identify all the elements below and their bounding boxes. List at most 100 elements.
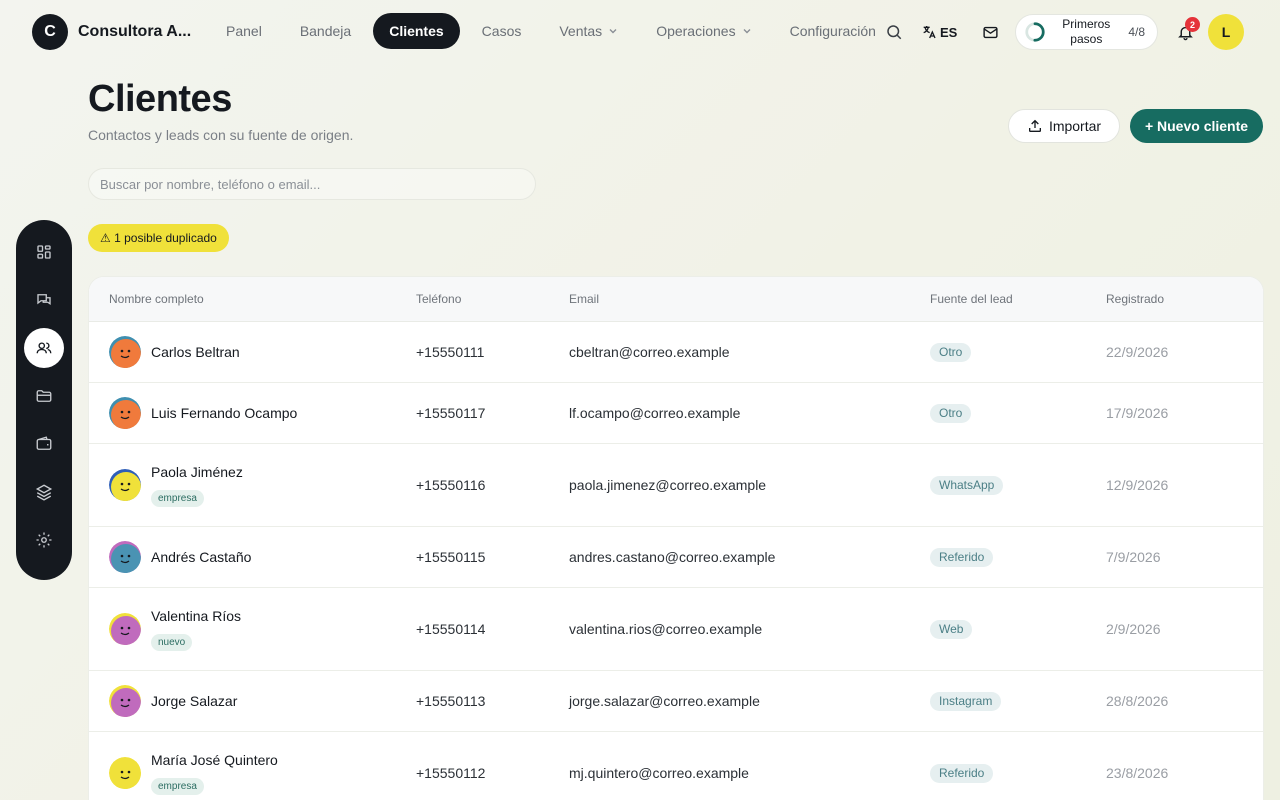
translate-icon <box>923 26 936 39</box>
user-avatar[interactable]: L <box>1208 14 1244 50</box>
nav-item-operaciones[interactable]: Operaciones <box>640 13 767 49</box>
column-header-registered[interactable]: Registrado <box>1106 292 1164 306</box>
avatar <box>109 613 141 645</box>
cell-registered: 28/8/2026 <box>1106 693 1169 709</box>
name-wrap: Andrés Castaño <box>151 549 251 565</box>
notifications-button[interactable]: 2 <box>1168 15 1202 49</box>
face-avatar-icon <box>109 757 141 789</box>
table-row[interactable]: Carlos Beltran +15550111 cbeltran@correo.e… <box>89 322 1263 383</box>
lead-source-badge: Instagram <box>930 691 1002 711</box>
nav-item-label: Casos <box>481 23 522 39</box>
sidebar-item-chat[interactable] <box>24 280 64 320</box>
lead-source-badge: Web <box>930 619 973 639</box>
cell-name: María José Quintero empresa <box>89 752 416 795</box>
face-avatar-icon <box>109 336 141 368</box>
cell-source: WhatsApp <box>930 475 1106 495</box>
client-name[interactable]: Luis Fernando Ocampo <box>151 405 297 421</box>
cell-source: Otro <box>930 403 1106 423</box>
client-name[interactable]: Jorge Salazar <box>151 693 237 709</box>
table-row[interactable]: Luis Fernando Ocampo +15550117 lf.ocampo@c… <box>89 383 1263 444</box>
client-name[interactable]: Andrés Castaño <box>151 549 251 565</box>
column-header-source[interactable]: Fuente del lead <box>930 292 1106 306</box>
table-row[interactable]: Andrés Castaño +15550115 andres.castano@co… <box>89 527 1263 588</box>
avatar <box>109 469 141 501</box>
name-wrap: Valentina Ríos nuevo <box>151 608 241 651</box>
cell-source: Referido <box>930 547 1106 567</box>
gear-icon <box>36 532 52 548</box>
avatar <box>109 397 141 429</box>
lead-source-badge: Referido <box>930 547 994 567</box>
lead-source-badge: Otro <box>930 342 972 362</box>
lead-source-badge: Referido <box>930 763 994 783</box>
cell-phone: +15550113 <box>416 693 486 709</box>
wallet-icon <box>36 436 52 450</box>
cell-registered: 7/9/2026 <box>1106 549 1161 565</box>
layers-icon <box>35 484 53 501</box>
column-header-name[interactable]: Nombre completo <box>89 292 416 306</box>
top-bar: C Consultora A... Panel Bandeja Clientes Ca… <box>0 0 1280 64</box>
sidebar-item-grid[interactable] <box>24 232 64 272</box>
client-tag: empresa <box>151 777 204 795</box>
nav-item-ventas[interactable]: Ventas <box>543 13 634 49</box>
face-avatar-icon <box>109 541 141 573</box>
cell-registered: 2/9/2026 <box>1106 621 1161 637</box>
language-switcher[interactable]: ES <box>921 24 957 40</box>
table-row[interactable]: Paola Jiménez empresa +15550116 paola.jimen… <box>89 444 1263 527</box>
column-header-email[interactable]: Email <box>569 292 930 306</box>
nav-item-label: Configuración <box>789 23 876 39</box>
search-input[interactable] <box>88 168 536 200</box>
onboarding-progress[interactable]: Primeros pasos 4/8 <box>1015 14 1158 50</box>
upload-icon <box>1028 119 1041 132</box>
nav-item-panel[interactable]: Panel <box>210 13 278 49</box>
client-name[interactable]: María José Quintero <box>151 752 278 768</box>
nav-item-clientes[interactable]: Clientes <box>373 13 460 49</box>
table-row[interactable]: María José Quintero empresa +15550112 mj.qu… <box>89 732 1263 800</box>
name-wrap: Jorge Salazar <box>151 693 237 709</box>
new-client-button[interactable]: + Nuevo cliente <box>1130 109 1263 143</box>
cell-registered: 17/9/2026 <box>1106 405 1169 421</box>
duplicate-warning-chip[interactable]: ⚠ 1 posible duplicado <box>88 224 229 252</box>
cell-source: Instagram <box>930 691 1106 711</box>
sidebar-item-gear[interactable] <box>24 520 64 560</box>
chat-icon <box>37 294 51 306</box>
client-name[interactable]: Valentina Ríos <box>151 608 241 624</box>
column-header-phone[interactable]: Teléfono <box>416 292 569 306</box>
nav-item-label: Ventas <box>559 23 603 39</box>
cell-email: jorge.salazar@correo.example <box>569 693 760 709</box>
avatar <box>109 757 141 789</box>
brand-name: Consultora A... <box>78 23 192 40</box>
nav-item-casos[interactable]: Casos <box>466 13 538 49</box>
import-button[interactable]: Importar <box>1008 109 1120 143</box>
sidebar-item-wallet[interactable] <box>24 424 64 464</box>
client-name[interactable]: Paola Jiménez <box>151 464 243 480</box>
lead-source-badge: WhatsApp <box>930 475 1004 495</box>
nav-item-label: Operaciones <box>656 23 736 39</box>
cell-source: Referido <box>930 763 1106 783</box>
clients-table: Nombre completo Teléfono Email Fuente de… <box>88 276 1264 800</box>
face-avatar-icon <box>109 469 141 501</box>
search-button[interactable] <box>877 15 911 49</box>
sidebar-item-folder[interactable] <box>24 376 64 416</box>
brand[interactable]: C Consultora A... <box>32 14 191 50</box>
table-row[interactable]: Valentina Ríos nuevo +15550114 valentina.ri… <box>89 588 1263 671</box>
sidebar-item-users[interactable] <box>24 328 64 368</box>
cell-email: mj.quintero@correo.example <box>569 765 749 781</box>
onboarding-count: 4/8 <box>1128 25 1145 39</box>
lead-source-badge: Otro <box>930 403 972 423</box>
users-icon <box>36 342 52 354</box>
notifications-badge: 2 <box>1185 17 1200 32</box>
table-row[interactable]: Jorge Salazar +15550113 jorge.salazar@corr… <box>89 671 1263 732</box>
progress-ring-icon <box>1025 22 1045 42</box>
cell-phone: +15550111 <box>416 344 485 360</box>
import-label: Importar <box>1048 118 1102 134</box>
language-code: ES <box>939 24 958 40</box>
inbox-button[interactable] <box>973 15 1007 49</box>
sidebar-item-layers[interactable] <box>24 472 64 512</box>
cell-phone: +15550112 <box>416 765 486 781</box>
cell-source: Web <box>930 619 1106 639</box>
client-name[interactable]: Carlos Beltran <box>151 344 240 360</box>
nav-item-bandeja[interactable]: Bandeja <box>284 13 367 49</box>
nav-item-label: Clientes <box>389 23 444 39</box>
client-tag: nuevo <box>151 633 193 651</box>
cell-phone: +15550114 <box>416 621 486 637</box>
